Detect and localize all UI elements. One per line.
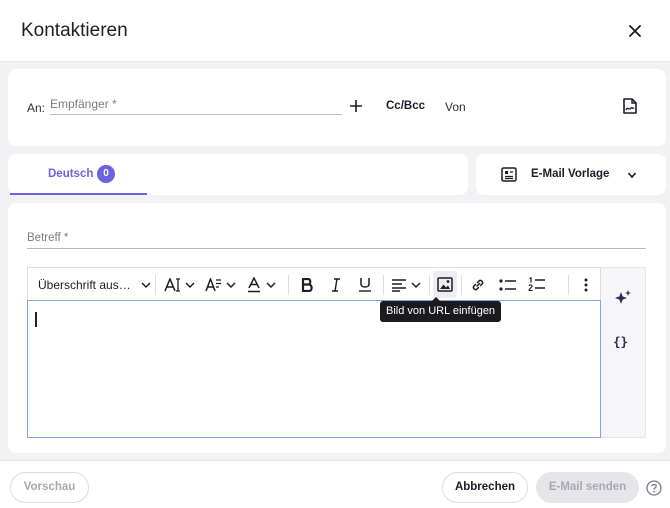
tab-deutsch-label: Deutsch xyxy=(48,168,94,180)
italic-button[interactable] xyxy=(323,268,349,301)
editor-side-panel: {} xyxy=(601,267,646,438)
tooltip: Bild von URL einfügen xyxy=(380,297,502,322)
bulleted-list-icon xyxy=(499,278,516,291)
underline-button[interactable] xyxy=(352,268,378,301)
help-icon[interactable] xyxy=(646,480,662,496)
alignment-button[interactable] xyxy=(389,268,425,301)
recipient-placeholder: Empfänger * xyxy=(50,97,117,111)
dialog-title: Kontaktieren xyxy=(21,20,128,41)
text-style-button[interactable] xyxy=(203,268,239,301)
placeholder-variables-button[interactable]: {} xyxy=(613,334,628,349)
bold-icon xyxy=(301,277,313,292)
cancel-button[interactable]: Abbrechen xyxy=(442,472,528,503)
subject-input[interactable]: Betreff * xyxy=(27,230,646,249)
ai-sparkle-icon[interactable] xyxy=(614,289,632,307)
more-vertical-icon xyxy=(584,278,588,291)
recipients-card: An: Empfänger * Cc/Bcc Von xyxy=(8,69,666,146)
preview-button[interactable]: Vorschau xyxy=(10,472,89,503)
italic-icon xyxy=(332,277,340,292)
close-icon[interactable] xyxy=(626,22,644,40)
send-email-button[interactable]: E-Mail senden xyxy=(536,472,639,503)
more-options-button[interactable] xyxy=(576,268,596,301)
font-color-icon xyxy=(248,276,276,292)
dialog-footer: Vorschau Abbrechen E-Mail senden xyxy=(0,460,670,508)
text-caret xyxy=(35,312,37,327)
to-label: An: xyxy=(27,101,46,115)
from-label[interactable]: Von xyxy=(445,100,466,114)
add-recipient-icon[interactable] xyxy=(349,99,363,113)
chevron-down-icon xyxy=(627,172,637,179)
subject-placeholder: Betreff * xyxy=(27,232,69,244)
language-tabs: Deutsch 0 xyxy=(8,154,468,195)
chevron-down-icon xyxy=(141,281,151,288)
underline-icon xyxy=(359,278,371,292)
link-button[interactable] xyxy=(465,268,491,301)
recipient-input[interactable]: Empfänger * xyxy=(50,94,342,115)
numbered-list-icon xyxy=(528,277,545,292)
tab-count-badge: 0 xyxy=(97,165,115,183)
editor-card: Betreff * Überschrift aus… {} xyxy=(8,203,666,453)
cc-bcc-button[interactable]: Cc/Bcc xyxy=(386,100,425,112)
template-label: E-Mail Vorlage xyxy=(531,168,610,180)
font-size-icon xyxy=(164,277,195,292)
link-icon xyxy=(472,279,484,290)
signature-icon[interactable] xyxy=(621,97,639,115)
bulleted-list-button[interactable] xyxy=(495,268,521,301)
insert-image-url-button[interactable] xyxy=(433,271,457,298)
image-url-icon xyxy=(437,276,453,292)
editor-toolbar: Überschrift aus… xyxy=(27,267,601,301)
heading-select-label: Überschrift aus… xyxy=(38,277,131,292)
dialog-header: Kontaktieren xyxy=(0,0,670,62)
numbered-list-button[interactable] xyxy=(524,268,550,301)
template-icon xyxy=(501,167,517,182)
active-tab-indicator xyxy=(10,193,147,195)
font-size-button[interactable] xyxy=(162,268,198,301)
align-left-icon xyxy=(392,278,421,292)
font-color-button[interactable] xyxy=(245,268,281,301)
text-style-icon xyxy=(205,277,236,291)
bold-button[interactable] xyxy=(294,268,320,301)
email-body-editor[interactable] xyxy=(27,300,601,438)
email-template-dropdown[interactable]: E-Mail Vorlage xyxy=(476,154,666,195)
heading-select[interactable]: Überschrift aus… xyxy=(38,268,152,301)
